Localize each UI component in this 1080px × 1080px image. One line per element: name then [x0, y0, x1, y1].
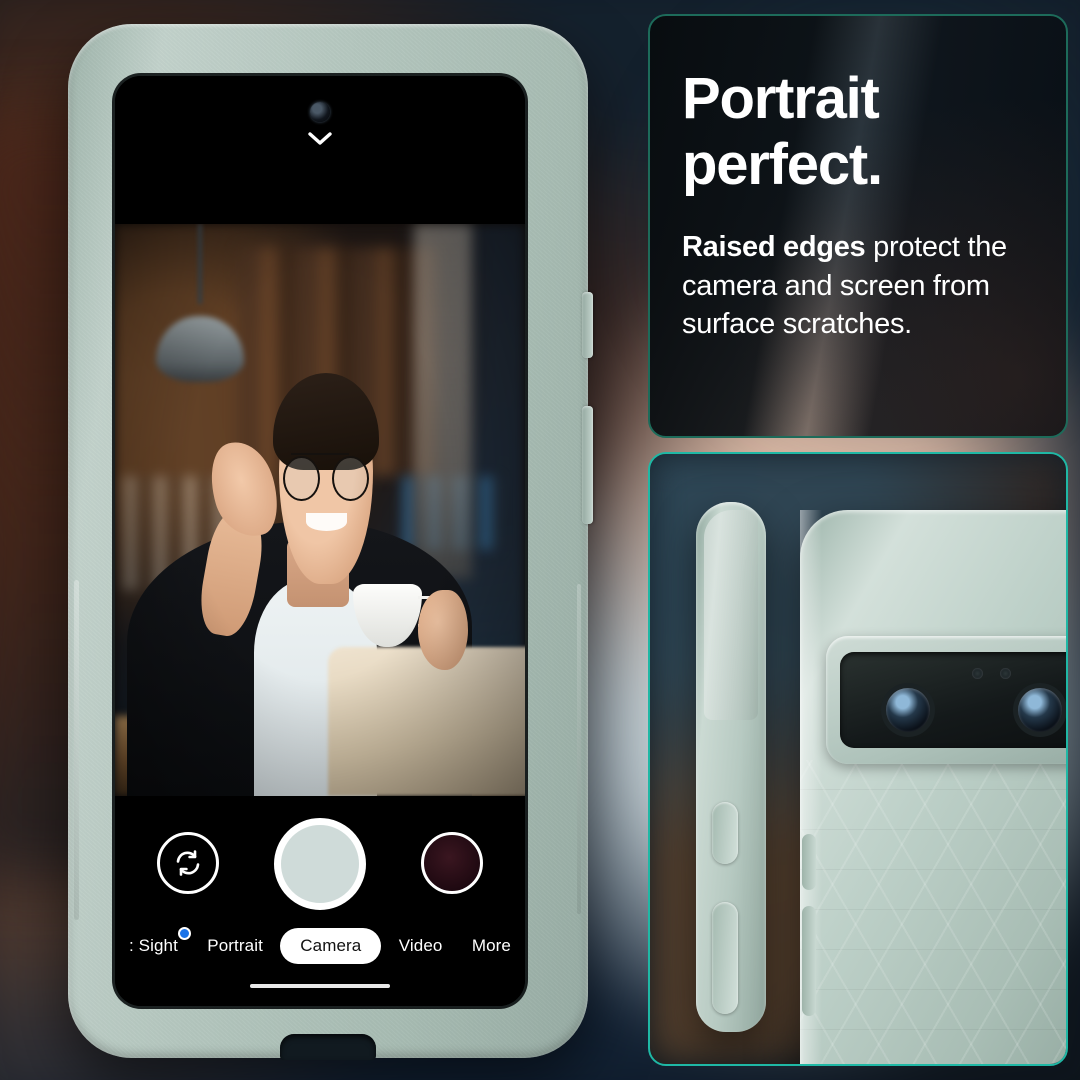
camera-flip-icon[interactable] — [157, 832, 219, 894]
marketing-subtext: Raised edges protect the camera and scre… — [682, 228, 1044, 344]
marketing-text-panel: Portrait perfect. Raised edges protect t… — [648, 14, 1068, 438]
mode-camera[interactable]: Camera — [280, 928, 382, 964]
gallery-thumbnail[interactable] — [421, 832, 483, 894]
mode-night-sight[interactable]: : Sight — [117, 927, 191, 964]
camera-controls: : Sight Portrait Camera Video More — [115, 796, 525, 1006]
case-right-seam — [577, 584, 581, 914]
camera-top-bar — [115, 76, 525, 224]
headline-line-2: perfect. — [682, 132, 883, 198]
mode-label: : Sight — [129, 936, 178, 955]
usb-c-port-cutout — [280, 1034, 376, 1060]
case-left-seam — [74, 580, 79, 920]
viewfinder-scene — [115, 224, 525, 796]
mode-label: Portrait — [207, 936, 263, 955]
promo-image-canvas: : Sight Portrait Camera Video More Portr… — [0, 0, 1080, 1080]
page-title: Portrait perfect. — [682, 66, 1066, 198]
product-photo-panel — [648, 452, 1068, 1066]
front-camera-icon — [310, 102, 330, 122]
camera-bar-housing — [826, 636, 1066, 764]
shutter-row — [115, 818, 525, 914]
case-back-view — [800, 510, 1066, 1064]
phone-in-case: : Sight Portrait Camera Video More — [68, 24, 593, 1060]
sensor-dot-icon — [972, 668, 983, 679]
case-back-power-button — [802, 834, 816, 890]
headline-line-1: Portrait — [682, 66, 880, 131]
camera-bar-glass — [840, 652, 1066, 748]
mode-label: Camera — [300, 936, 362, 955]
mode-label: Video — [398, 936, 443, 955]
mode-more[interactable]: More — [460, 928, 523, 964]
camera-mode-selector: : Sight Portrait Camera Video More — [115, 924, 525, 968]
mode-portrait[interactable]: Portrait — [195, 928, 275, 964]
camera-lens-secondary — [1018, 688, 1062, 732]
case-back-volume-button — [802, 906, 816, 1016]
case-volume-button-cutout — [712, 902, 738, 1014]
case-raised-lip — [704, 510, 758, 720]
viewfinder-vignette — [115, 224, 525, 796]
flash-dot-icon — [1000, 668, 1011, 679]
home-indicator[interactable] — [250, 984, 390, 988]
subtext-emphasis: Raised edges — [682, 231, 866, 264]
chevron-down-icon[interactable] — [308, 132, 332, 146]
camera-viewfinder[interactable] — [115, 224, 525, 796]
shutter-button[interactable] — [274, 818, 366, 910]
phone-screen: : Sight Portrait Camera Video More — [115, 76, 525, 1006]
mode-video[interactable]: Video — [387, 928, 455, 964]
mode-badge-dot — [177, 927, 191, 940]
case-power-button-cutout — [712, 802, 738, 864]
volume-button[interactable] — [582, 406, 593, 524]
mode-label: More — [471, 936, 511, 955]
camera-lens-primary — [886, 688, 930, 732]
power-button[interactable] — [582, 292, 593, 358]
